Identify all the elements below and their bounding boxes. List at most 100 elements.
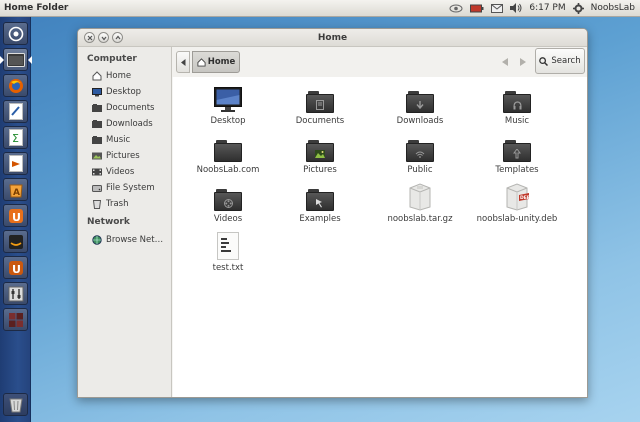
videos-icon — [92, 167, 102, 177]
drive-icon — [92, 183, 102, 193]
sidebar-item-music[interactable]: Music — [78, 132, 171, 148]
sidebar-heading-network: Network — [87, 217, 130, 227]
sidebar-item-label: Home — [106, 71, 132, 81]
svg-text:DEB: DEB — [520, 195, 530, 201]
file-item-noobslab-unity-deb[interactable]: DEB noobslab-unity.deb — [474, 181, 560, 227]
file-name: Examples — [299, 214, 341, 224]
file-item-desktop[interactable]: Desktop — [185, 83, 271, 129]
running-indicator — [0, 56, 4, 64]
eye-indicator-icon[interactable] — [449, 0, 463, 17]
battery-icon[interactable] — [470, 0, 484, 17]
file-manager-icon[interactable] — [3, 48, 28, 71]
search-button[interactable]: Search — [535, 48, 585, 74]
places-sidebar: Computer Home Desktop Documents Download… — [78, 47, 172, 397]
dash-home-icon[interactable] — [3, 22, 28, 45]
file-name: NoobsLab.com — [196, 165, 260, 175]
folder-documents-icon — [306, 91, 334, 113]
sidebar-item-documents[interactable]: Documents — [78, 100, 171, 116]
volume-icon[interactable] — [510, 0, 522, 17]
folder-downloads-icon — [406, 91, 434, 113]
sidebar-item-downloads[interactable]: Downloads — [78, 116, 171, 132]
folder-templates-icon — [503, 140, 531, 162]
search-icon — [539, 56, 549, 66]
file-item-noobslab-tar-gz[interactable]: noobslab.tar.gz — [377, 181, 463, 227]
window-titlebar[interactable]: Home — [78, 29, 587, 47]
file-name: noobslab.tar.gz — [387, 214, 453, 224]
file-name: Music — [504, 116, 530, 126]
sidebar-item-pictures[interactable]: Pictures — [78, 148, 171, 164]
sidebar-item-home[interactable]: Home — [78, 68, 171, 84]
archive-icon — [405, 181, 435, 211]
sidebar-item-file-system[interactable]: File System — [78, 180, 171, 196]
file-item-test-txt[interactable]: test.txt — [185, 230, 271, 276]
top-panel: Home Folder 6:17 PM NoobsLab — [0, 0, 640, 17]
sidebar-item-trash[interactable]: Trash — [78, 196, 171, 212]
trash-icon — [92, 199, 102, 209]
sidebar-item-label: Pictures — [106, 151, 140, 161]
svg-text:U: U — [12, 211, 21, 224]
sidebar-item-desktop[interactable]: Desktop — [78, 84, 171, 100]
sidebar-heading-computer: Computer — [87, 54, 137, 64]
minimize-icon[interactable] — [98, 32, 109, 43]
sidebar-item-videos[interactable]: Videos — [78, 164, 171, 180]
unity-launcher: Σ A U U — [0, 17, 32, 422]
text-file-icon — [213, 230, 243, 260]
back-button[interactable] — [176, 51, 190, 73]
nav-previous-icon[interactable] — [500, 56, 510, 68]
pictures-icon — [92, 151, 102, 161]
file-item-noobslab-com[interactable]: NoobsLab.com — [185, 132, 271, 178]
active-indicator — [28, 56, 32, 64]
folder-pictures-icon — [306, 140, 334, 162]
amazon-icon[interactable] — [3, 230, 28, 253]
nav-next-icon[interactable] — [518, 56, 528, 68]
folder-icon — [92, 135, 102, 145]
impress-icon[interactable] — [3, 152, 28, 175]
session-gear-icon[interactable] — [572, 0, 584, 17]
ubuntu-one-music-icon[interactable]: U — [3, 256, 28, 279]
chevron-left-icon — [180, 58, 185, 66]
file-name: Templates — [495, 165, 539, 175]
file-item-templates[interactable]: Templates — [474, 132, 560, 178]
file-name: Public — [407, 165, 433, 175]
sidebar-item-browse-network[interactable]: Browse Net… — [78, 232, 171, 248]
close-icon[interactable] — [84, 32, 95, 43]
panel-app-title: Home Folder — [4, 3, 69, 13]
folder-examples-icon — [306, 189, 334, 211]
trash-launcher-icon[interactable] — [3, 393, 28, 416]
software-center-icon[interactable]: A — [3, 178, 28, 201]
sidebar-item-label: File System — [106, 183, 155, 193]
file-item-documents[interactable]: Documents — [277, 83, 363, 129]
workspace-switcher-icon[interactable] — [3, 308, 28, 331]
folder-icon — [92, 103, 102, 113]
file-name: noobslab-unity.deb — [476, 214, 558, 224]
writer-icon[interactable] — [3, 100, 28, 123]
file-item-pictures[interactable]: Pictures — [277, 132, 363, 178]
file-item-videos[interactable]: Videos — [185, 181, 271, 227]
file-item-downloads[interactable]: Downloads — [377, 83, 463, 129]
file-manager-window: Home Computer Home Desktop Documents Dow… — [77, 28, 588, 398]
mail-icon[interactable] — [491, 0, 504, 17]
firefox-icon[interactable] — [3, 74, 28, 97]
calc-icon[interactable]: Σ — [3, 126, 28, 149]
file-name: Pictures — [303, 165, 337, 175]
svg-text:Σ: Σ — [12, 132, 19, 145]
user-name[interactable]: NoobsLab — [591, 3, 635, 13]
file-item-examples[interactable]: Examples — [277, 181, 363, 227]
maximize-icon[interactable] — [112, 32, 123, 43]
breadcrumb-home[interactable]: Home — [192, 51, 240, 73]
svg-text:U: U — [12, 263, 21, 276]
file-item-public[interactable]: Public — [377, 132, 463, 178]
breadcrumb-label: Home — [207, 57, 236, 67]
file-grid: Desktop Documents Downloads Music NoobsL… — [173, 77, 587, 397]
ubuntu-one-icon[interactable]: U — [3, 204, 28, 227]
file-item-music[interactable]: Music — [474, 83, 560, 129]
sidebar-item-label: Downloads — [106, 119, 153, 129]
sidebar-item-label: Browse Net… — [106, 235, 164, 245]
clock[interactable]: 6:17 PM — [529, 3, 565, 13]
search-label: Search — [551, 56, 581, 66]
desktop-monitor-icon — [213, 83, 243, 113]
sidebar-item-label: Trash — [106, 199, 129, 209]
window-title: Home — [317, 32, 348, 43]
folder-music-icon — [503, 91, 531, 113]
system-settings-icon[interactable] — [3, 282, 28, 305]
